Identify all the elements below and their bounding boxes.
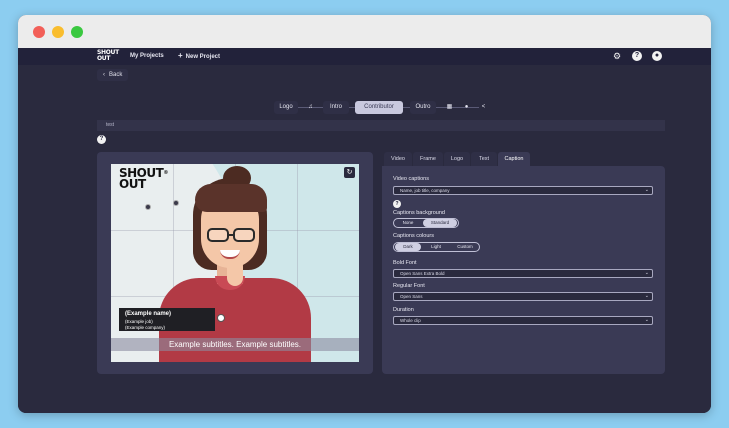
help-question-icon[interactable]: ?: [97, 135, 106, 144]
bold-font-label: Bold Font: [393, 260, 417, 266]
captions-colour-custom[interactable]: Custom: [451, 243, 479, 251]
my-projects-link[interactable]: My Projects: [130, 51, 164, 61]
regular-font-value: Open Sans: [400, 294, 423, 299]
subtitle-bar: Example subtitles. Example subtitles.: [111, 338, 359, 351]
caption-name-box[interactable]: (Example name) (Example job) (Example co…: [119, 308, 215, 331]
registered-mark: ®: [163, 170, 168, 176]
question-icon[interactable]: ?: [632, 51, 642, 61]
video-preview[interactable]: SHOUT® OUT ↻ (Example name) (Example job…: [111, 164, 359, 362]
logo-line2: OUT: [97, 55, 111, 62]
captions-colours-toggle: Dark Light Custom: [393, 242, 480, 252]
chevron-down-icon: ⌄: [644, 270, 649, 276]
music-icon[interactable]: ♫: [306, 103, 315, 112]
back-label: Back: [109, 72, 123, 78]
video-captions-label: Video captions: [393, 176, 429, 182]
video-captions-select[interactable]: Name, job title, company ⌄: [393, 186, 653, 195]
timeline-item-intro[interactable]: Intro: [323, 101, 349, 114]
character-hand: [227, 260, 243, 286]
chat-icon[interactable]: ●: [462, 103, 471, 112]
chevron-down-icon: ⌄: [644, 187, 649, 193]
grid-icon[interactable]: ▦: [445, 103, 454, 112]
bold-font-value: Open Sans Extra Bold: [400, 271, 445, 276]
captions-colour-dark[interactable]: Dark: [395, 243, 421, 251]
maximize-window-button[interactable]: [71, 26, 83, 38]
tab-caption[interactable]: Caption: [498, 152, 530, 166]
browser-window: SHOUT OUT My Projects + New Project ⚙ ? ●…: [18, 15, 711, 413]
captions-colours-label: Captions colours: [393, 233, 434, 239]
resize-handle[interactable]: [173, 200, 179, 206]
top-navbar: SHOUT OUT My Projects + New Project ⚙ ? ●: [18, 48, 711, 65]
captions-background-label: Captions background: [393, 210, 445, 216]
shoutout-logo[interactable]: SHOUT OUT: [97, 50, 119, 63]
glasses-left-lens: [207, 228, 229, 242]
tab-logo[interactable]: Logo: [444, 152, 470, 166]
chevron-down-icon: ⌄: [644, 317, 649, 323]
caption-company: (Example company): [125, 325, 166, 330]
timeline-item-logo[interactable]: Logo: [274, 101, 298, 114]
refresh-icon[interactable]: ↻: [344, 167, 355, 178]
plus-icon: +: [178, 51, 183, 60]
captions-background-standard[interactable]: Standard: [423, 219, 457, 227]
video-logo-line2: OUT: [119, 177, 146, 191]
new-project-label: New Project: [185, 54, 221, 60]
video-timeline: Logo ♫ Intro Contributor Outro ▦ ● <: [18, 100, 711, 115]
tab-frame[interactable]: Frame: [413, 152, 443, 166]
back-button[interactable]: ‹ Back: [97, 69, 129, 81]
captions-background-toggle: None Standard: [393, 218, 459, 228]
project-title-field[interactable]: test: [97, 120, 665, 131]
caption-name: (Example name): [125, 311, 172, 317]
video-captions-value: Name, job title, company: [400, 188, 450, 193]
captions-colour-light[interactable]: Light: [423, 243, 449, 251]
character-fringe: [195, 184, 267, 212]
caption-settings-panel: Video captions Name, job title, company …: [382, 166, 665, 374]
glasses-right-lens: [233, 228, 255, 242]
chevron-left-icon: ‹: [103, 72, 105, 78]
window-titlebar: [18, 15, 711, 48]
chevron-down-icon: ⌄: [644, 293, 649, 299]
caption-job: (Example job): [125, 319, 153, 324]
timeline-item-contributor[interactable]: Contributor: [355, 101, 403, 114]
resize-handle[interactable]: [145, 204, 151, 210]
app-content: SHOUT OUT My Projects + New Project ⚙ ? ●…: [18, 48, 711, 413]
duration-value: Whole clip: [400, 318, 421, 323]
tab-video[interactable]: Video: [384, 152, 412, 166]
question-icon[interactable]: ?: [393, 200, 401, 208]
regular-font-select[interactable]: Open Sans ⌄: [393, 292, 653, 301]
tab-text[interactable]: Text: [471, 152, 497, 166]
new-project-link[interactable]: + New Project: [178, 51, 220, 62]
close-window-button[interactable]: [33, 26, 45, 38]
bold-font-select[interactable]: Open Sans Extra Bold ⌄: [393, 269, 653, 278]
user-icon[interactable]: ●: [652, 51, 662, 61]
glasses-bridge: [228, 234, 234, 236]
duration-label: Duration: [393, 307, 414, 313]
duration-select[interactable]: Whole clip ⌄: [393, 316, 653, 325]
gear-icon[interactable]: ⚙: [612, 51, 622, 61]
move-handle[interactable]: [217, 314, 225, 322]
regular-font-label: Regular Font: [393, 283, 425, 289]
share-icon[interactable]: <: [479, 103, 488, 112]
captions-background-none[interactable]: None: [395, 219, 421, 227]
video-logo[interactable]: SHOUT® OUT: [119, 167, 168, 191]
minimize-window-button[interactable]: [52, 26, 64, 38]
preview-panel: SHOUT® OUT ↻ (Example name) (Example job…: [97, 152, 373, 374]
timeline-item-outro[interactable]: Outro: [410, 101, 436, 114]
